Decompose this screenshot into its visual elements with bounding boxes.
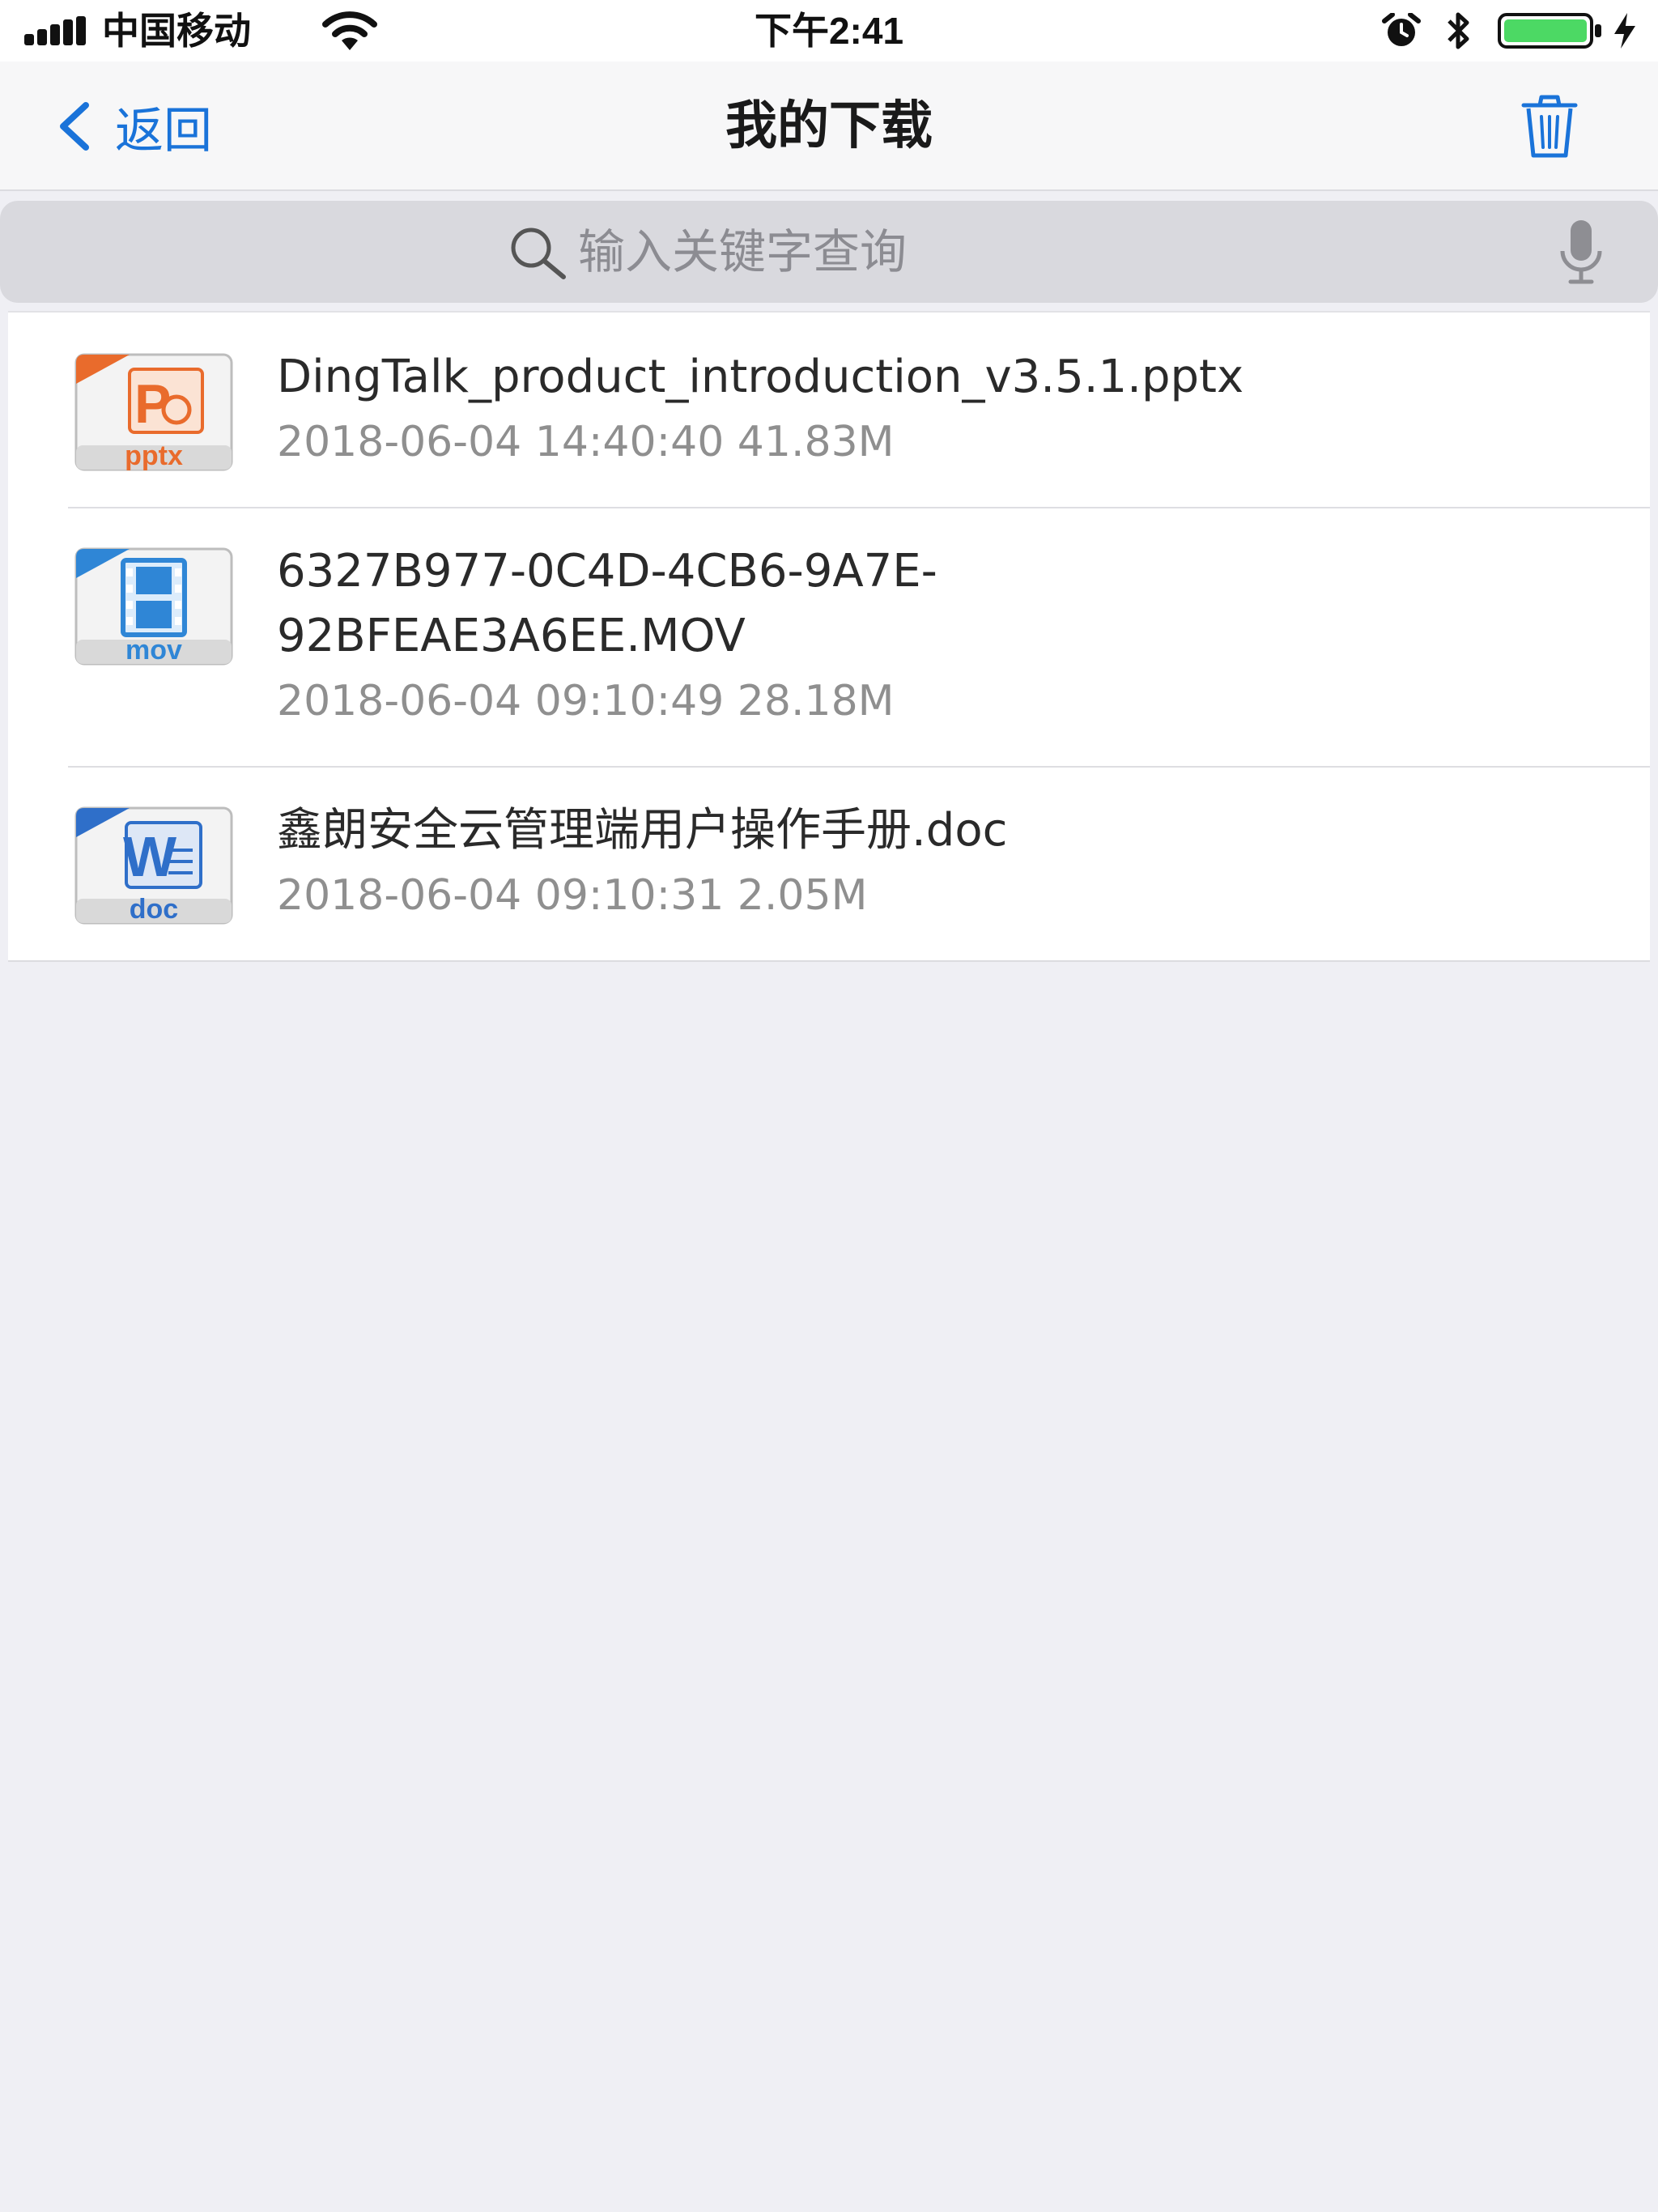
file-row-mov[interactable]: mov 6327B977-0C4D-4CB6-9A7E- 92BFEAE3A6EE.… [8, 507, 1650, 766]
battery-icon [1498, 13, 1601, 49]
microphone-icon[interactable] [1553, 219, 1609, 287]
status-bar: 中国移动 下午2:41 [0, 0, 1658, 62]
file-text: 鑫朗安全云管理端用户操作手册.doc 2018-06-04 09:10:31 2.… [277, 798, 1621, 928]
bluetooth-icon [1448, 12, 1469, 49]
file-name: 92BFEAE3A6EE.MOV [277, 610, 746, 662]
doc-file-icon: Wdoc [74, 806, 233, 925]
file-meta: 2018-06-04 09:10:49 28.18M [277, 677, 895, 725]
alarm-icon [1382, 13, 1421, 46]
pptx-file-icon: Ppptx [74, 353, 233, 471]
charging-icon [1614, 13, 1635, 49]
file-row-pptx[interactable]: Ppptx DingTalk_product_introduction_v3.5.… [8, 313, 1650, 507]
file-name: 鑫朗安全云管理端用户操作手册.doc [277, 804, 1008, 857]
download-list: Ppptx DingTalk_product_introduction_v3.5.… [8, 311, 1650, 962]
file-row-doc[interactable]: Wdoc 鑫朗安全云管理端用户操作手册.doc 2018-06-04 09:10:3… [8, 766, 1650, 960]
trash-icon[interactable] [1516, 92, 1584, 160]
file-meta: 2018-06-04 14:40:40 41.83M [277, 418, 895, 466]
navigation-bar: 返回 我的下载 [0, 62, 1658, 191]
search-bar [0, 201, 1658, 303]
file-text: 6327B977-0C4D-4CB6-9A7E- 92BFEAE3A6EE.MOV… [277, 539, 1621, 734]
file-name: 6327B977-0C4D-4CB6-9A7E- [277, 545, 937, 598]
pptx-icon-ext: pptx [125, 440, 183, 471]
doc-icon-ext: doc [130, 894, 178, 925]
search-input[interactable] [576, 219, 1467, 285]
mov-file-icon: mov [74, 547, 233, 666]
file-text: DingTalk_product_introduction_v3.5.1.ppt… [277, 345, 1621, 474]
mov-icon-ext: mov [125, 635, 182, 666]
screen: 中国移动 下午2:41 返回 我的下载 输入关键字查询 P pptx DingT… [0, 0, 1658, 2212]
search-icon [511, 228, 566, 279]
file-name: DingTalk_product_introduction_v3.5.1.ppt… [277, 351, 1244, 403]
doc-icon-letter: W [123, 825, 176, 888]
page-title: 我的下载 [725, 96, 933, 156]
file-meta: 2018-06-04 09:10:31 2.05M [277, 871, 868, 920]
